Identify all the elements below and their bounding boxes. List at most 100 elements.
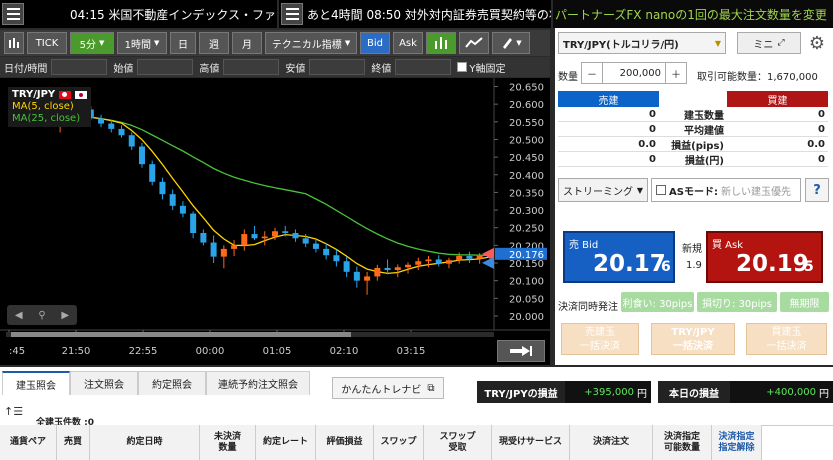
as-mode-box[interactable]: ASモード: 新しい建玉優先	[651, 178, 801, 202]
japan-flag-icon	[75, 91, 88, 99]
stop-loss-toggle[interactable]: 損切り: 30pips	[697, 292, 777, 312]
buy-value: 0	[727, 108, 828, 122]
order-panel: TRY/JPY(トルコリラ/円) ▼ ミニ ⤢ ⚙ 数量 － 200,000 ＋ 取…	[555, 28, 833, 365]
candle-body	[98, 118, 105, 124]
news-ticker-mid[interactable]: あと4時間 08:50 対外対内証券売買契約等の状	[279, 0, 551, 28]
take-profit-toggle[interactable]: 利食い: 30pips	[621, 292, 694, 312]
candle-body	[159, 181, 166, 195]
yaxis-fix-checkbox[interactable]	[457, 62, 468, 72]
qty-minus-button[interactable]: －	[581, 62, 603, 84]
column-header[interactable]: 通貨ペア	[0, 425, 57, 460]
day-button[interactable]: 日	[170, 32, 196, 54]
scroll-left-icon[interactable]: ◀	[15, 310, 23, 321]
as-mode-checkbox[interactable]	[656, 185, 666, 195]
draw-tool-icon[interactable]: ▼	[492, 32, 530, 54]
month-button[interactable]: 月	[232, 32, 262, 54]
today-pl-unit: 円	[819, 388, 829, 400]
menu-icon[interactable]	[2, 3, 24, 25]
y-tick-label: 20.000	[509, 312, 544, 323]
scrollbar-thumb[interactable]	[11, 332, 351, 337]
candle-type-icon[interactable]	[4, 32, 24, 54]
candle-body	[323, 248, 330, 256]
candle-body	[394, 267, 401, 271]
close-all-pair-button[interactable]: TRY/JPY 一括決済	[651, 323, 735, 355]
tab-positions[interactable]: 建玉照会	[2, 371, 70, 395]
positions-section: 建玉照会 注文照会 約定照会 連続予約注文照会 かんたんトレナビ ⧉ TRY/JP…	[0, 367, 833, 460]
week-button[interactable]: 週	[199, 32, 229, 54]
buy-ask-button[interactable]: 買 Ask 20.19 5	[706, 231, 823, 283]
tab-executions[interactable]: 約定照会	[138, 371, 206, 395]
candle-body	[128, 135, 135, 147]
candle-body	[292, 233, 299, 239]
news-ticker-right[interactable]: パートナーズFX nanoの1回の最大注文数量を変更	[553, 0, 833, 28]
low-label: 安値	[285, 63, 306, 75]
chart-zoom-controls[interactable]: ◀ ⚲ ▶	[7, 305, 77, 325]
y-tick-label: 20.400	[509, 171, 544, 182]
today-pl-label: 本日の損益	[669, 388, 719, 400]
close-all-pair-line1: TRY/JPY	[671, 327, 715, 338]
bar-chart-icon[interactable]	[426, 32, 456, 54]
popout-icon: ⧉	[427, 382, 435, 394]
interval-select[interactable]: 5分 ▼	[70, 32, 114, 54]
no-limit-toggle[interactable]: 無期限	[780, 292, 829, 312]
chevron-down-icon: ▼	[516, 39, 522, 47]
candle-body	[435, 259, 442, 264]
y-tick-label: 20.600	[509, 100, 544, 111]
buy-value: 0	[727, 153, 828, 167]
column-header[interactable]: 現受けサービス	[492, 425, 570, 460]
sell-value: 0	[558, 153, 659, 167]
close-all-buy-button[interactable]: 買建玉 一括決済	[746, 323, 827, 355]
streaming-select[interactable]: ストリーミング ▼	[558, 178, 648, 202]
high-label: 高値	[199, 63, 220, 75]
tab-orders[interactable]: 注文照会	[70, 371, 138, 395]
sell-position-header: 売建	[558, 91, 659, 107]
sell-bid-button[interactable]: 売 Bid 20.17 6	[563, 231, 675, 283]
price-chart[interactable]: 20.650 20.600 20.550 20.500 20.450 20.400 20.3…	[0, 78, 550, 365]
technical-select[interactable]: テクニカル指標 ▼	[265, 32, 357, 54]
bid-button[interactable]: Bid	[360, 32, 390, 54]
jump-latest-button[interactable]	[497, 340, 545, 362]
menu-icon[interactable]	[281, 3, 303, 25]
candle-body	[190, 213, 197, 233]
pair-pl-value-box: +395,000 円	[565, 381, 651, 403]
open-value	[137, 59, 194, 75]
period-select[interactable]: 1時間 ▼	[117, 32, 167, 54]
qty-input[interactable]: 200,000	[602, 62, 666, 84]
y-tick-label: 20.650	[509, 83, 544, 94]
column-header[interactable]: 決済指定 可能数量	[653, 425, 712, 460]
current-price-label: 20.176	[509, 250, 544, 261]
sort-icon[interactable]: ↑☰	[4, 405, 23, 418]
line-chart-icon[interactable]	[459, 32, 489, 54]
column-header[interactable]: 決済注文	[570, 425, 653, 460]
column-header[interactable]: 約定レート	[256, 425, 316, 460]
column-header[interactable]: 決済指定 指定解除	[712, 425, 762, 460]
high-value	[223, 59, 280, 75]
gear-icon[interactable]: ⚙	[805, 32, 829, 54]
pair-select[interactable]: TRY/JPY(トルコリラ/円) ▼	[558, 32, 726, 54]
ask-button[interactable]: Ask	[393, 32, 423, 54]
available-qty: 取引可能数量：1,670,000	[697, 72, 818, 83]
close-all-sell-button[interactable]: 売建玉 一括決済	[561, 323, 639, 355]
candle-body	[353, 271, 360, 281]
trenavi-button[interactable]: かんたんトレナビ ⧉	[332, 377, 444, 399]
column-header[interactable]: 約定日時	[90, 425, 200, 460]
tab-sequential-orders[interactable]: 連続予約注文照会	[206, 371, 310, 395]
close-all-buy-line1: 買建玉	[771, 327, 802, 338]
tick-button[interactable]: TICK	[27, 32, 67, 54]
mini-button[interactable]: ミニ ⤢	[737, 32, 801, 54]
chart-scrollbar[interactable]	[6, 332, 494, 337]
qty-plus-button[interactable]: ＋	[665, 62, 687, 84]
column-header[interactable]: 未決済 数量	[200, 425, 256, 460]
legend-ma25: MA(25, close)	[12, 113, 81, 124]
column-header[interactable]: スワップ	[374, 425, 424, 460]
qty-label: 数量	[558, 72, 578, 83]
column-header[interactable]: 売買	[57, 425, 90, 460]
news-ticker-left[interactable]: 04:15 米国不動産インデックス・ファ	[0, 0, 277, 28]
zoom-icon[interactable]: ⚲	[38, 310, 45, 321]
help-button[interactable]: ?	[805, 178, 829, 202]
candle-body	[302, 238, 309, 244]
candle-body	[210, 242, 217, 257]
column-header[interactable]: スワップ 受取	[424, 425, 492, 460]
column-header[interactable]: 評価損益	[316, 425, 374, 460]
scroll-right-icon[interactable]: ▶	[61, 310, 69, 321]
